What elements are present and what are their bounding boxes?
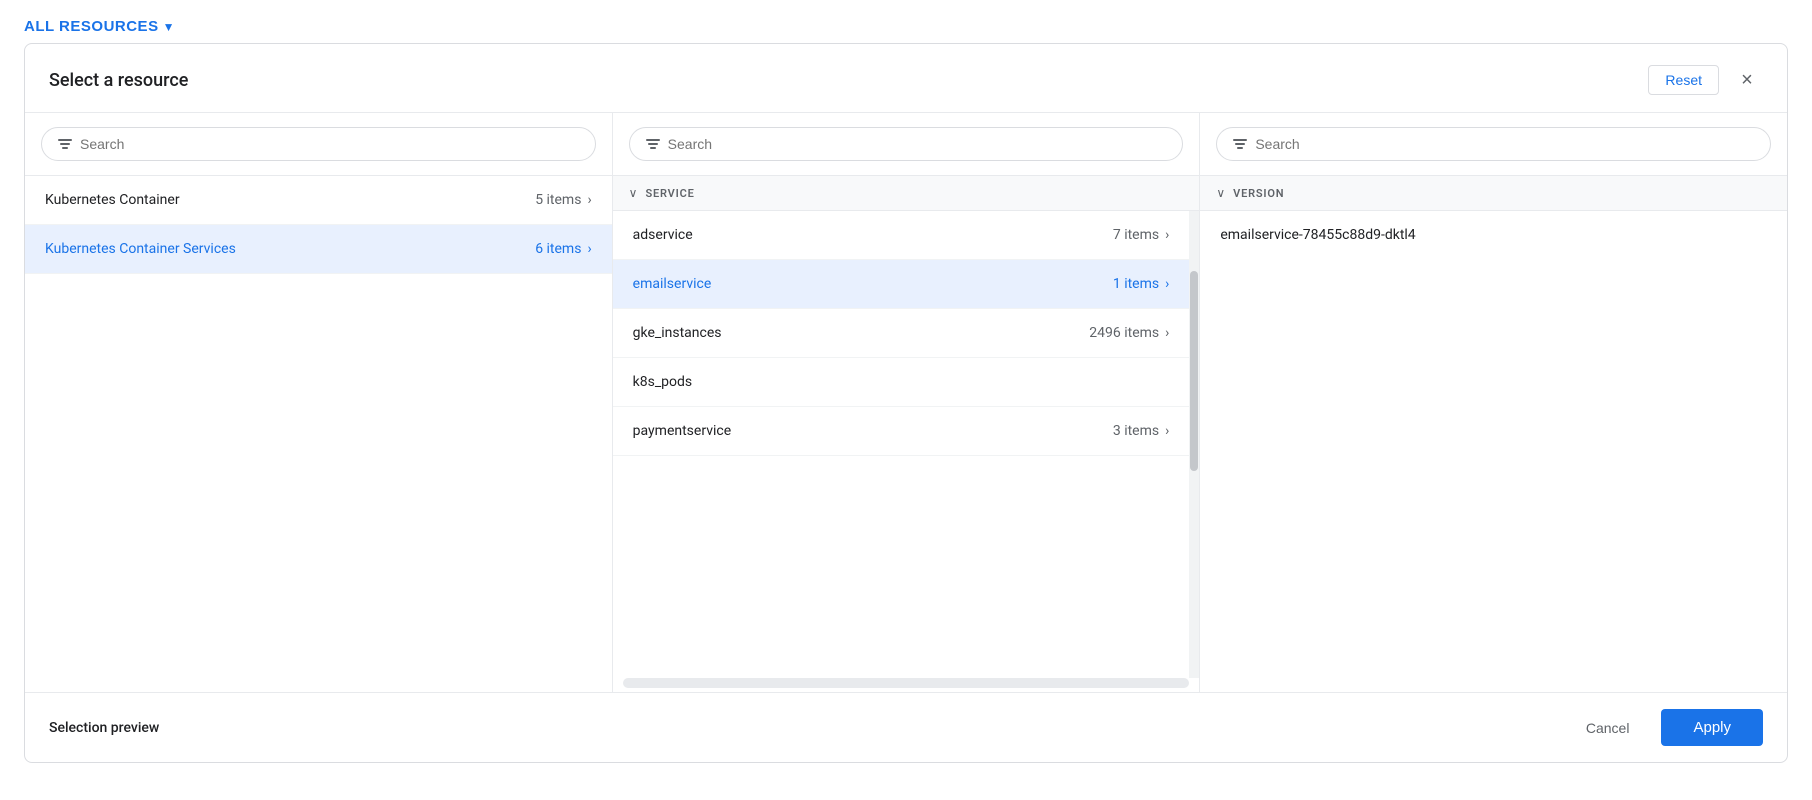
cancel-button[interactable]: Cancel <box>1570 712 1646 744</box>
chevron-right-icon: › <box>1165 227 1169 243</box>
chevron-right-icon: › <box>587 192 591 208</box>
horizontal-scrollbar[interactable] <box>623 678 1190 688</box>
all-resources-button[interactable]: ALL RESOURCES ▼ <box>24 18 175 35</box>
list-item[interactable]: paymentservice 3 items › <box>613 407 1190 456</box>
item-label: paymentservice <box>633 423 731 439</box>
right-column-content: emailservice-78455c88d9-dktl4 <box>1200 211 1787 692</box>
right-section-header: ∨ VERSION <box>1200 176 1787 211</box>
list-item[interactable]: Kubernetes Container Services 6 items › <box>25 225 612 274</box>
middle-list: adservice 7 items › emailservice 1 items… <box>613 211 1190 678</box>
chevron-right-icon: › <box>1165 423 1169 439</box>
right-search-input[interactable] <box>1255 136 1754 152</box>
dialog-header-actions: Reset × <box>1648 64 1763 96</box>
reset-button[interactable]: Reset <box>1648 65 1719 95</box>
item-right: 7 items › <box>1113 227 1169 243</box>
dialog-body: Kubernetes Container 5 items › Kubernete… <box>25 113 1787 692</box>
section-header-label: SERVICE <box>645 187 694 200</box>
filter-icon-right <box>1233 139 1247 149</box>
apply-button[interactable]: Apply <box>1661 709 1763 746</box>
section-chevron-icon: ∨ <box>1216 186 1225 200</box>
middle-section-header: ∨ SERVICE <box>613 176 1200 211</box>
right-search-wrapper[interactable] <box>1216 127 1771 161</box>
item-right: 3 items › <box>1113 423 1169 439</box>
dialog-footer: Selection preview Cancel Apply <box>25 692 1787 762</box>
item-count: 7 items <box>1113 227 1159 243</box>
list-item[interactable]: adservice 7 items › <box>613 211 1190 260</box>
scrollbar-thumb[interactable] <box>1190 271 1198 471</box>
item-label: Kubernetes Container Services <box>45 241 236 257</box>
item-right: 5 items › <box>535 192 591 208</box>
section-header-label: VERSION <box>1233 187 1284 200</box>
item-count: 1 items <box>1113 276 1159 292</box>
list-item[interactable]: gke_instances 2496 items › <box>613 309 1190 358</box>
left-column-content: Kubernetes Container 5 items › Kubernete… <box>25 176 612 692</box>
item-label: emailservice <box>633 276 712 292</box>
top-bar: ALL RESOURCES ▼ <box>0 0 1812 35</box>
middle-column: ∨ SERVICE adservice 7 items › emailservi… <box>613 113 1201 692</box>
item-label: adservice <box>633 227 693 243</box>
list-item[interactable]: k8s_pods <box>613 358 1190 407</box>
list-item[interactable]: emailservice-78455c88d9-dktl4 <box>1200 211 1787 259</box>
middle-scrollbar[interactable] <box>1189 211 1199 678</box>
filter-icon-left <box>58 139 72 149</box>
version-label: emailservice-78455c88d9-dktl4 <box>1220 227 1415 243</box>
item-count: 3 items <box>1113 423 1159 439</box>
dialog-header: Select a resource Reset × <box>25 44 1787 113</box>
close-button[interactable]: × <box>1731 64 1763 96</box>
chevron-right-icon: › <box>587 241 591 257</box>
chevron-right-icon: › <box>1165 276 1169 292</box>
item-label: k8s_pods <box>633 374 692 390</box>
left-search-wrapper[interactable] <box>41 127 596 161</box>
list-item[interactable]: Kubernetes Container 5 items › <box>25 176 612 225</box>
chevron-right-icon: › <box>1165 325 1169 341</box>
middle-search-box <box>613 113 1200 176</box>
item-count: 6 items <box>535 241 581 257</box>
filter-icon-middle <box>646 139 660 149</box>
resource-dialog: Select a resource Reset × <box>24 43 1788 763</box>
footer-actions: Cancel Apply <box>1570 709 1763 746</box>
dialog-title: Select a resource <box>49 70 188 91</box>
left-search-input[interactable] <box>80 136 579 152</box>
item-right: 1 items › <box>1113 276 1169 292</box>
left-search-box <box>25 113 612 176</box>
chevron-down-icon: ▼ <box>163 20 175 34</box>
middle-search-input[interactable] <box>668 136 1167 152</box>
item-right: 6 items › <box>535 241 591 257</box>
list-item[interactable]: emailservice 1 items › <box>613 260 1190 309</box>
middle-content-area: adservice 7 items › emailservice 1 items… <box>613 211 1200 678</box>
item-count: 5 items <box>535 192 581 208</box>
selection-preview-label: Selection preview <box>49 720 159 736</box>
item-label: Kubernetes Container <box>45 192 180 208</box>
right-column: ∨ VERSION emailservice-78455c88d9-dktl4 <box>1200 113 1787 692</box>
left-column: Kubernetes Container 5 items › Kubernete… <box>25 113 613 692</box>
all-resources-label: ALL RESOURCES <box>24 18 159 35</box>
item-label: gke_instances <box>633 325 722 341</box>
section-chevron-icon: ∨ <box>629 186 638 200</box>
item-right: 2496 items › <box>1089 325 1169 341</box>
right-search-box <box>1200 113 1787 176</box>
item-count: 2496 items <box>1089 325 1159 341</box>
middle-search-wrapper[interactable] <box>629 127 1184 161</box>
